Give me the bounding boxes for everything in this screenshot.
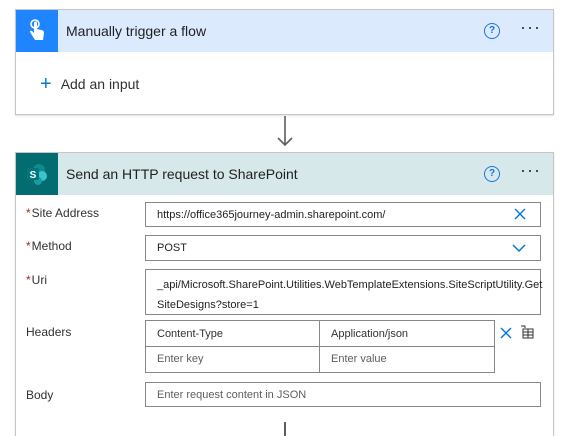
add-input-button[interactable]: + Add an input: [40, 74, 139, 94]
action-title: Send an HTTP request to SharePoint: [66, 166, 298, 182]
value-placeholder: Enter value: [331, 353, 387, 365]
switch-to-text-mode-icon[interactable]: [520, 325, 534, 344]
key-placeholder: Enter key: [157, 353, 204, 365]
headers-table: Content-Type Application/json Enter key …: [145, 320, 495, 373]
uri-value: _api/Microsoft.SharePoint.Utilities.WebT…: [157, 275, 543, 315]
site-address-value: https://office365journey-admin.sharepoin…: [157, 209, 386, 221]
clear-icon[interactable]: [514, 208, 526, 223]
remove-header-icon[interactable]: [500, 326, 512, 344]
method-dropdown[interactable]: POST: [145, 235, 541, 261]
method-label-text: Method: [31, 239, 72, 253]
body-placeholder: Enter request content in JSON: [157, 389, 307, 401]
trigger-card: Manually trigger a flow ? ··· + Add an i…: [15, 9, 554, 115]
method-label: *Method: [26, 239, 72, 253]
body-field[interactable]: Enter request content in JSON: [145, 382, 541, 407]
site-address-label-text: Site Address: [31, 206, 100, 220]
more-options-icon[interactable]: ···: [520, 18, 541, 40]
new-header-value-input[interactable]: Enter value: [320, 347, 494, 372]
trigger-title: Manually trigger a flow: [66, 23, 207, 39]
add-input-label: Add an input: [60, 76, 140, 92]
plus-icon: +: [40, 73, 52, 95]
svg-text:S: S: [30, 170, 37, 181]
more-options-icon[interactable]: ···: [520, 161, 541, 183]
header-value-input[interactable]: Application/json: [320, 321, 494, 347]
help-icon[interactable]: ?: [484, 23, 501, 39]
action-header[interactable]: S Send an HTTP request to SharePoint ? ·…: [16, 153, 553, 195]
trigger-header[interactable]: Manually trigger a flow ? ···: [16, 10, 553, 52]
sharepoint-action-card: S Send an HTTP request to SharePoint ? ·…: [15, 152, 554, 436]
required-marker: *: [26, 206, 31, 220]
required-marker: *: [26, 239, 31, 253]
manual-trigger-icon: [16, 10, 58, 52]
uri-field[interactable]: _api/Microsoft.SharePoint.Utilities.WebT…: [145, 269, 543, 315]
uri-line-1: _api/Microsoft.SharePoint.Utilities.WebT…: [157, 279, 543, 291]
new-header-key-input[interactable]: Enter key: [146, 347, 320, 372]
next-step-connector: [284, 422, 286, 436]
uri-label: *Uri: [26, 273, 47, 287]
uri-line-2: SiteDesigns?store=1: [157, 299, 259, 311]
header-value-value: Application/json: [331, 328, 409, 340]
required-marker: *: [26, 273, 31, 287]
site-address-field[interactable]: https://office365journey-admin.sharepoin…: [145, 202, 541, 227]
flow-connector-arrow: [277, 116, 293, 147]
header-key-value: Content-Type: [157, 328, 224, 340]
uri-label-text: Uri: [31, 273, 47, 287]
site-address-label: *Site Address: [26, 206, 99, 220]
help-icon[interactable]: ?: [484, 166, 501, 182]
header-key-input[interactable]: Content-Type: [146, 321, 320, 347]
header-row-actions: [500, 325, 534, 344]
headers-label: Headers: [26, 325, 72, 339]
method-value: POST: [157, 242, 187, 254]
body-label: Body: [26, 388, 54, 402]
chevron-down-icon[interactable]: [512, 243, 526, 256]
sharepoint-icon: S: [16, 153, 58, 195]
